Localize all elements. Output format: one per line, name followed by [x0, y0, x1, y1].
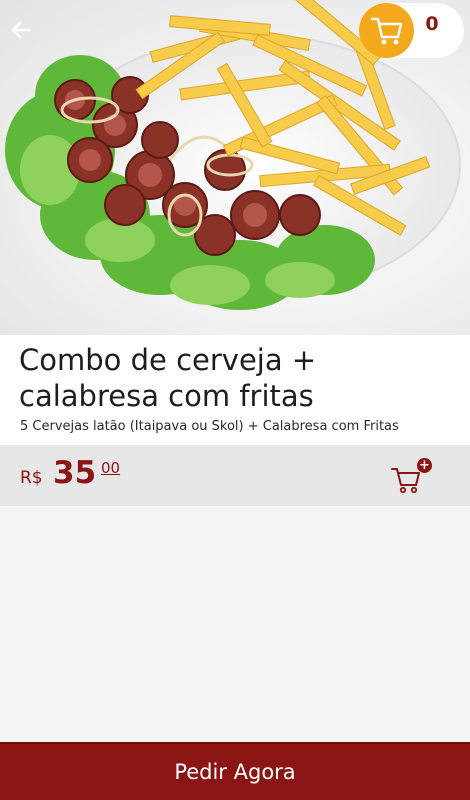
order-now-button[interactable]: Pedir Agora [0, 742, 470, 800]
cart-widget[interactable]: 0 [359, 3, 464, 58]
back-button[interactable] [6, 16, 34, 44]
shopping-cart-icon [370, 17, 402, 44]
price-cents: 00 [101, 459, 121, 477]
product-title: Combo de cerveja + calabresa com fritas [19, 343, 317, 413]
product-description: 5 Cervejas latão (Itaipava ou Skol) + Ca… [20, 419, 399, 434]
product-image: 0 [0, 0, 470, 335]
price-integer: 35 [53, 455, 97, 491]
content-area [0, 506, 470, 742]
add-to-cart-button[interactable]: + [390, 457, 436, 497]
product-info: Combo de cerveja + calabresa com fritas … [0, 335, 470, 445]
cart-button[interactable] [359, 3, 414, 58]
price-currency: R$ [20, 468, 43, 488]
arrow-left-icon [11, 21, 31, 39]
cart-count: 0 [425, 13, 439, 35]
price-bar: R$ 35 00 + [0, 445, 470, 506]
plus-icon: + [417, 458, 432, 473]
